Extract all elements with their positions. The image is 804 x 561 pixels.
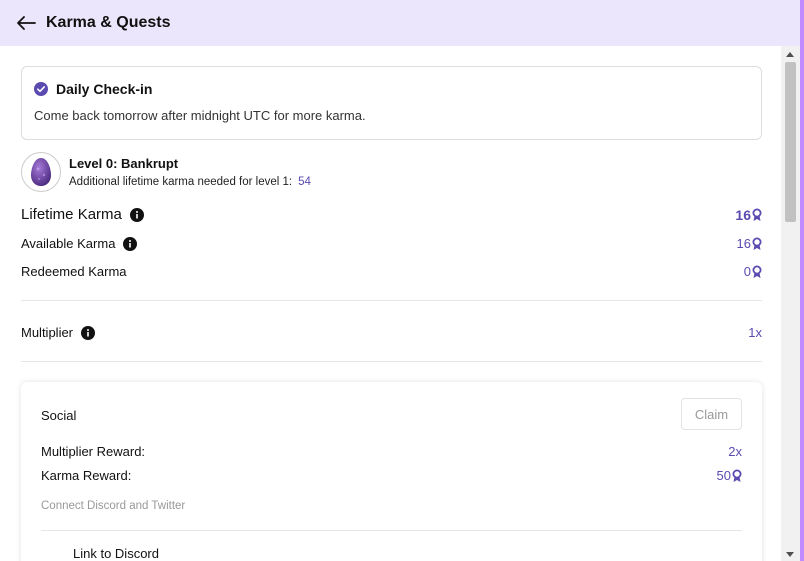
checkin-message: Come back tomorrow after midnight UTC fo… <box>34 108 366 123</box>
redeemed-karma-row: Redeemed Karma 0 <box>21 264 762 279</box>
multiplier-value: 1x <box>748 325 762 340</box>
karma-award-icon <box>752 208 762 221</box>
main-content: Daily Check-in Come back tomorrow after … <box>0 46 781 561</box>
link-discord-item[interactable]: Link to Discord <box>73 546 159 561</box>
checkin-title: Daily Check-in <box>56 81 153 97</box>
karma-reward-row: Karma Reward: 50 <box>41 468 742 483</box>
available-karma-label: Available Karma <box>21 236 116 251</box>
header: Karma & Quests <box>0 0 800 46</box>
karma-reward-value: 50 <box>717 468 742 483</box>
info-icon[interactable] <box>123 236 138 251</box>
arrow-left-icon <box>17 16 36 30</box>
multiplier-reward-row: Multiplier Reward: 2x <box>41 444 742 459</box>
available-karma-row: Available Karma 16 <box>21 236 762 251</box>
available-karma-value: 16 <box>737 236 762 251</box>
scroll-thumb[interactable] <box>785 62 796 222</box>
page-title: Karma & Quests <box>46 14 171 31</box>
lifetime-karma-value: 16 <box>735 207 762 223</box>
multiplier-row: Multiplier 1x <box>21 325 762 340</box>
redeemed-karma-number: 0 <box>743 264 751 279</box>
multiplier-label: Multiplier <box>21 325 74 340</box>
karma-reward-label: Karma Reward: <box>41 468 132 483</box>
karma-reward-number: 50 <box>716 468 731 483</box>
karma-award-icon <box>752 265 762 278</box>
redeemed-karma-label: Redeemed Karma <box>21 264 127 279</box>
egg-icon <box>31 158 51 186</box>
divider <box>41 530 742 531</box>
scroll-down-icon[interactable] <box>786 552 794 557</box>
divider <box>21 300 762 301</box>
multiplier-reward-label: Multiplier Reward: <box>41 444 146 459</box>
karma-quests-window: Karma & Quests Daily Check-in Come back … <box>0 0 800 561</box>
available-karma-number: 16 <box>736 236 751 251</box>
scrollbar[interactable] <box>781 46 800 561</box>
level-title: Level 0: Bankrupt <box>69 156 179 171</box>
check-circle-icon <box>34 82 48 96</box>
lifetime-karma-label: Lifetime Karma <box>21 206 122 223</box>
redeemed-karma-value: 0 <box>744 264 762 279</box>
quest-name: Social <box>41 408 77 423</box>
scroll-up-icon[interactable] <box>786 52 794 57</box>
multiplier-reward-value: 2x <box>728 444 742 459</box>
lifetime-karma-row: Lifetime Karma 16 <box>21 206 762 223</box>
info-icon[interactable] <box>81 325 96 340</box>
level-needed-value: 54 <box>298 176 311 188</box>
karma-award-icon <box>732 469 742 482</box>
claim-button[interactable]: Claim <box>681 398 742 430</box>
daily-checkin-card: Daily Check-in Come back tomorrow after … <box>21 66 762 140</box>
divider <box>21 361 762 362</box>
level-subtitle-text: Additional lifetime karma needed for lev… <box>69 176 293 188</box>
back-button[interactable] <box>14 11 38 35</box>
karma-award-icon <box>752 237 762 250</box>
lifetime-karma-number: 16 <box>735 206 751 223</box>
level-avatar <box>21 152 61 192</box>
quest-description: Connect Discord and Twitter <box>41 500 186 512</box>
quest-card-social: Social Claim Multiplier Reward: 2x Karma… <box>21 382 762 561</box>
level-info: Level 0: Bankrupt Additional lifetime ka… <box>21 152 311 192</box>
level-subtitle: Additional lifetime karma needed for lev… <box>69 176 311 188</box>
info-icon[interactable] <box>129 207 144 222</box>
